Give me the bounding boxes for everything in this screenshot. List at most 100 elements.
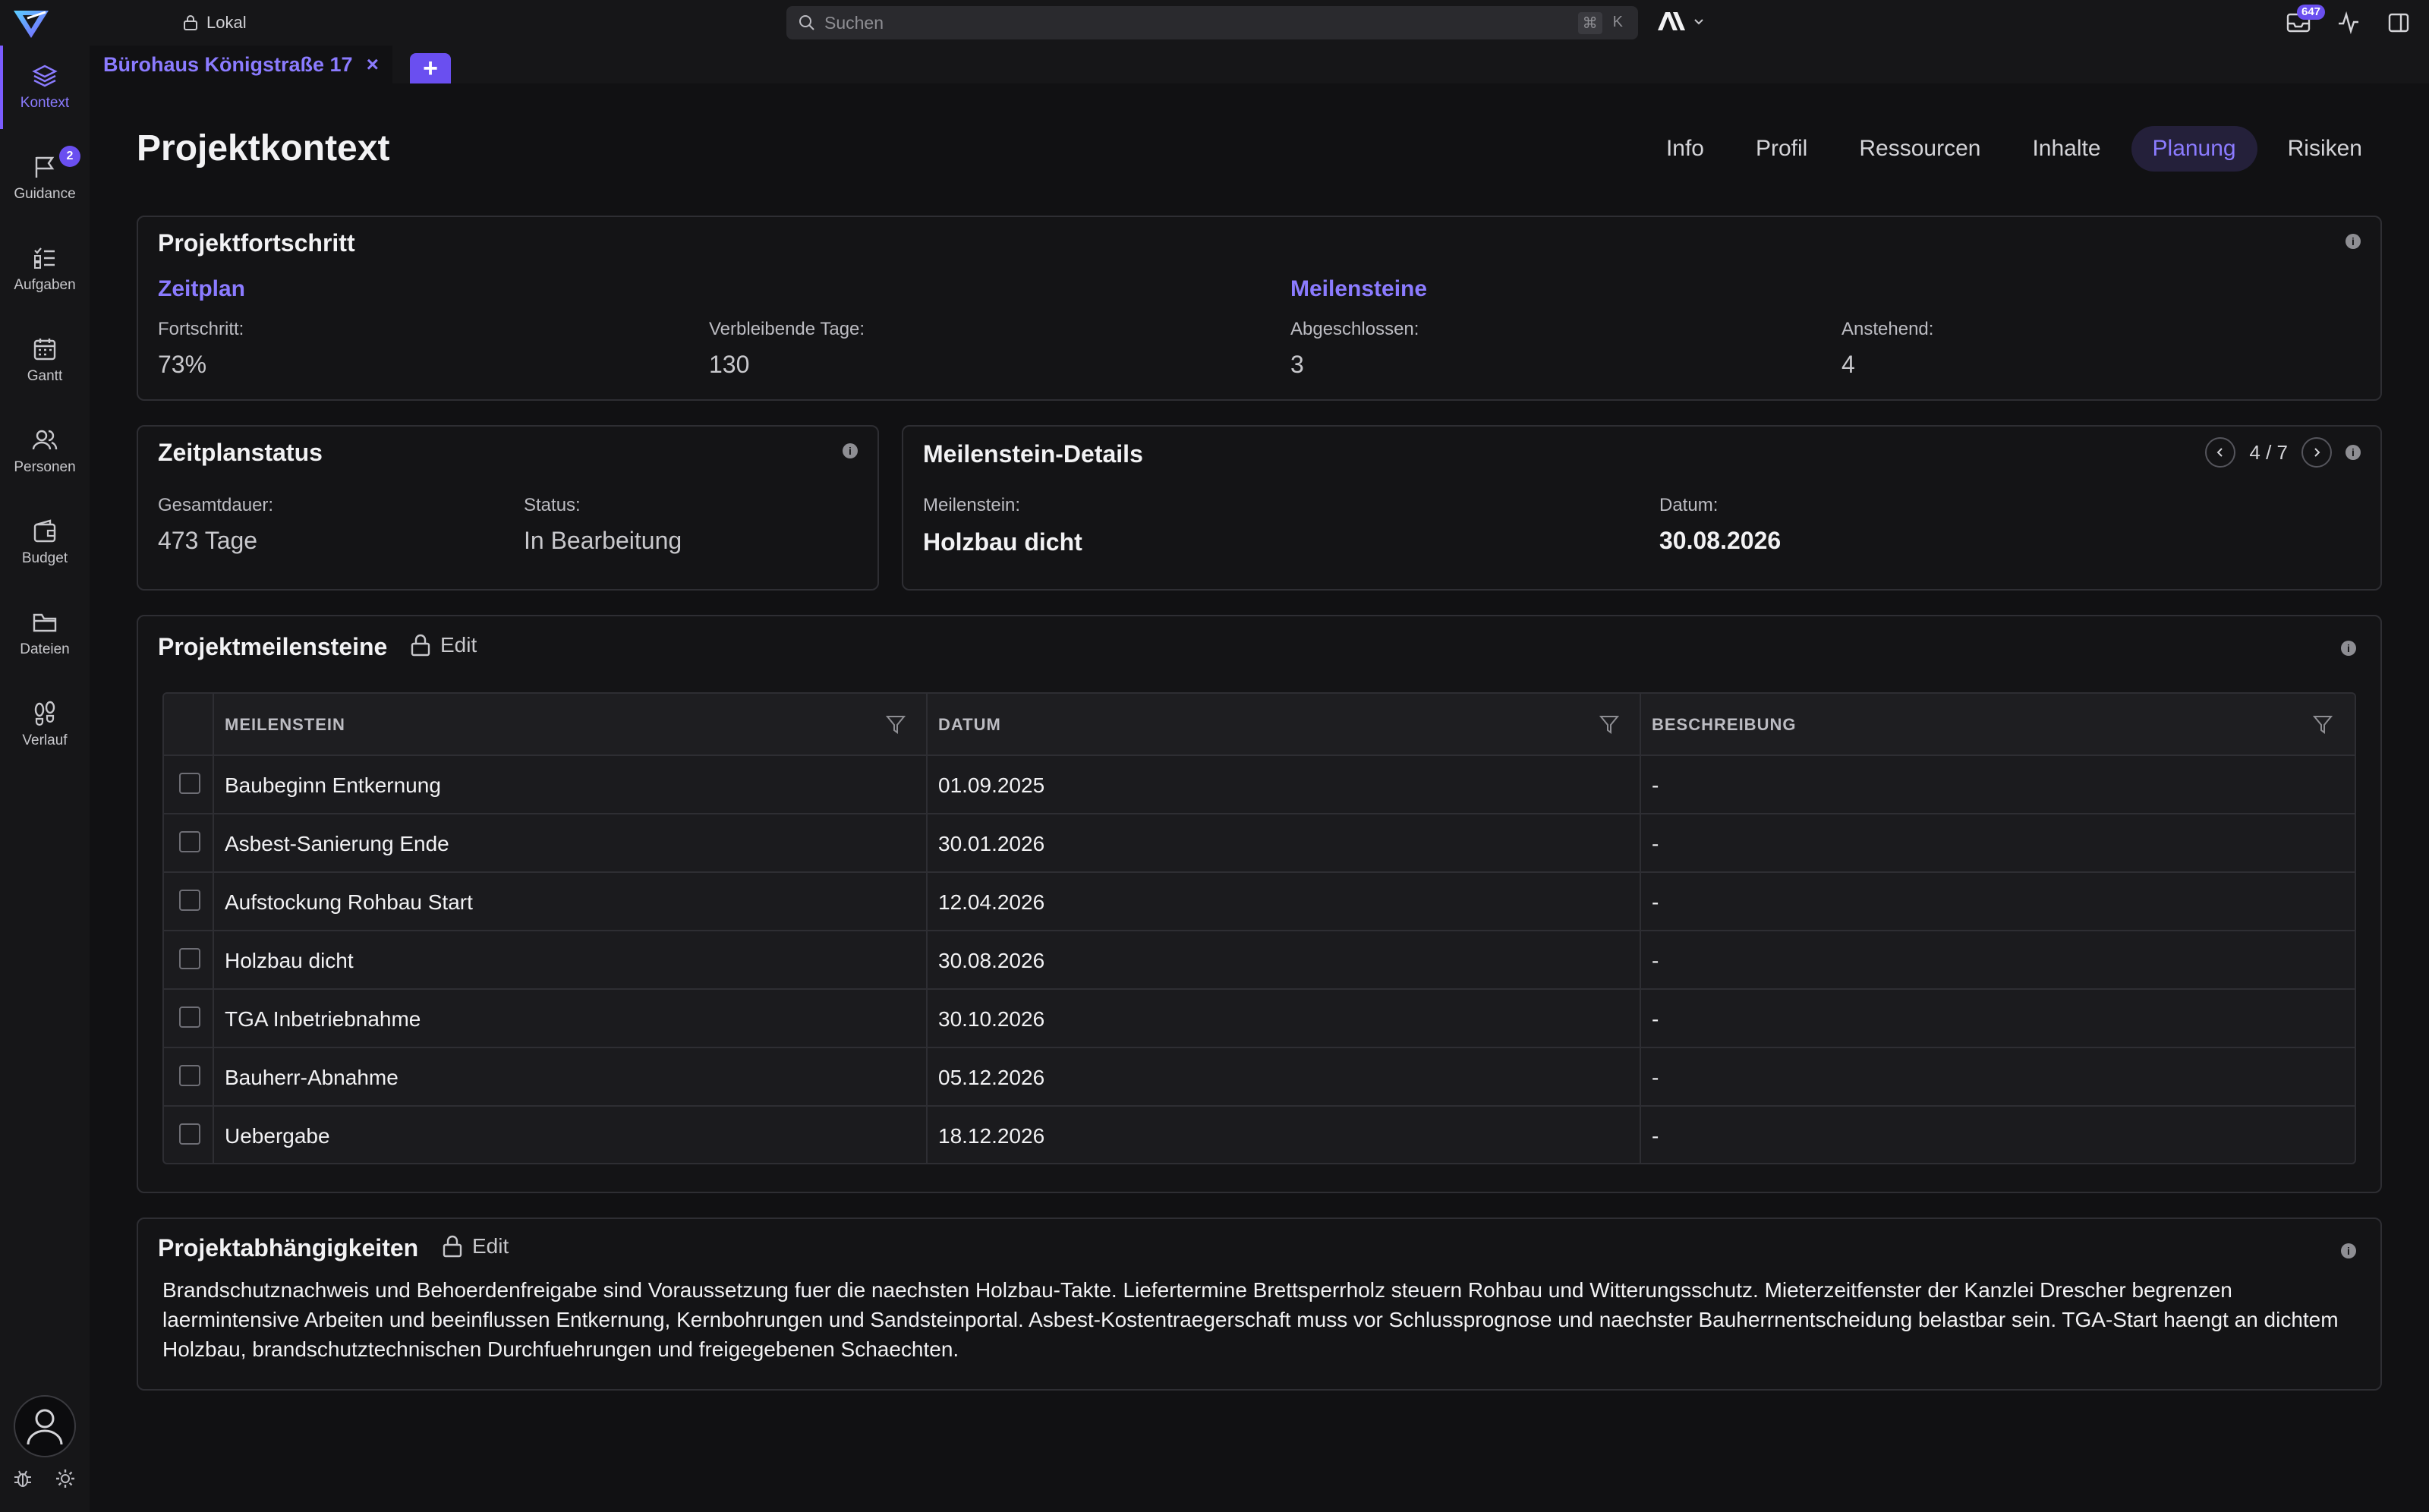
completed-value: 3: [1290, 351, 1304, 378]
ai-model-selector[interactable]: [1656, 11, 1705, 32]
edit-milestones-button[interactable]: Edit: [410, 633, 477, 657]
info-icon[interactable]: i: [843, 443, 858, 458]
completed-label: Abgeschlossen:: [1290, 319, 1419, 339]
table-row[interactable]: TGA Inbetriebnahme 30.10.2026 -: [164, 990, 2355, 1048]
tab-planung[interactable]: Planung: [2131, 126, 2257, 172]
row-checkbox[interactable]: [179, 1006, 200, 1028]
card-title: Projektmeilensteine: [158, 633, 388, 660]
table-row[interactable]: Baubeginn Entkernung 01.09.2025 -: [164, 756, 2355, 814]
search-icon: [799, 14, 815, 31]
edit-dependencies-button[interactable]: Edit: [442, 1234, 509, 1258]
card-title: Projektfortschritt: [158, 229, 355, 257]
sidebar-item-dateien[interactable]: Dateien: [0, 592, 90, 676]
sidebar-item-gantt[interactable]: Gantt: [0, 319, 90, 402]
row-checkbox[interactable]: [179, 1065, 200, 1086]
sidebar-item-verlauf[interactable]: Verlauf: [0, 683, 90, 767]
total-duration-label: Gesamtdauer:: [158, 495, 274, 515]
tab-project[interactable]: Bürohaus Königstraße 17 ×: [90, 46, 392, 83]
schedule-heading: Zeitplan: [158, 276, 246, 301]
search-shortcut: ⌘ K: [1577, 12, 1627, 34]
sidebar-item-budget[interactable]: Budget: [0, 501, 90, 584]
info-icon[interactable]: i: [2341, 641, 2356, 656]
footsteps-icon: [32, 701, 58, 726]
date-cell: 05.12.2026: [938, 1065, 1045, 1089]
top-bar: Lokal Suchen ⌘ K 647: [0, 0, 2429, 46]
bug-icon[interactable]: [12, 1468, 33, 1489]
pager-position: 4 / 7: [2249, 440, 2288, 464]
user-avatar[interactable]: [14, 1395, 76, 1457]
tab-risiken[interactable]: Risiken: [2267, 126, 2383, 172]
table-row[interactable]: Holzbau dicht 30.08.2026 -: [164, 931, 2355, 990]
filter-icon[interactable]: [2312, 713, 2333, 735]
description-cell: -: [1652, 890, 1659, 914]
filter-icon[interactable]: [885, 713, 906, 735]
filter-icon[interactable]: [1599, 713, 1620, 735]
row-checkbox[interactable]: [179, 1123, 200, 1145]
info-icon[interactable]: i: [2341, 1243, 2356, 1258]
description-cell: -: [1652, 1065, 1659, 1089]
search-input[interactable]: Suchen ⌘ K: [786, 6, 1638, 39]
progress-card: Projektfortschritt i Zeitplan Fortschrit…: [137, 216, 2382, 401]
column-header-description[interactable]: BESCHREIBUNG: [1652, 694, 1796, 756]
table-row[interactable]: Uebergabe 18.12.2026 -: [164, 1107, 2355, 1163]
milestone-cell: Holzbau dicht: [225, 948, 354, 972]
panel-toggle-button[interactable]: [2383, 8, 2414, 38]
workspace-label: Lokal: [206, 13, 247, 32]
chevron-right-icon: [2311, 446, 2323, 458]
previous-button[interactable]: [2205, 437, 2236, 468]
milestone-label: Meilenstein:: [923, 495, 1021, 515]
sidebar-item-label: Aufgaben: [14, 277, 76, 293]
description-cell: -: [1652, 948, 1659, 972]
info-icon[interactable]: i: [2346, 234, 2361, 249]
settings-gear-icon[interactable]: [55, 1468, 76, 1489]
column-header-date[interactable]: DATUM: [938, 694, 1001, 756]
card-title: Projektabhängigkeiten: [158, 1234, 419, 1262]
total-duration-value: 473 Tage: [158, 527, 258, 554]
column-header-milestone[interactable]: MEILENSTEIN: [225, 694, 345, 756]
app-logo-icon[interactable]: [12, 8, 50, 39]
date-cell: 30.08.2026: [938, 948, 1045, 972]
inbox-button[interactable]: 647: [2283, 5, 2326, 38]
table-row[interactable]: Asbest-Sanierung Ende 30.01.2026 -: [164, 814, 2355, 873]
tab-inhalte[interactable]: Inhalte: [2011, 126, 2122, 172]
row-checkbox[interactable]: [179, 773, 200, 794]
remaining-days-value: 130: [709, 351, 750, 378]
date-value: 30.08.2026: [1659, 527, 1782, 554]
sidebar-item-kontext[interactable]: Kontext: [0, 46, 90, 129]
next-button[interactable]: [2301, 437, 2332, 468]
sidebar-panel-icon: [2387, 11, 2410, 34]
folder-icon: [32, 610, 58, 635]
pending-label: Anstehend:: [1841, 319, 1934, 339]
description-cell: -: [1652, 1006, 1659, 1031]
sidebar-item-guidance[interactable]: Guidance 2: [0, 137, 90, 220]
milestone-cell: Baubeginn Entkernung: [225, 773, 441, 797]
sidebar-item-personen[interactable]: Personen: [0, 410, 90, 493]
milestone-cell: Aufstockung Rohbau Start: [225, 890, 473, 914]
flag-icon: [32, 154, 58, 180]
sidebar-item-label: Verlauf: [22, 732, 68, 748]
tab-close-button[interactable]: ×: [367, 52, 379, 77]
progress-label: Fortschritt:: [158, 319, 244, 339]
table-row[interactable]: Bauherr-Abnahme 05.12.2026 -: [164, 1048, 2355, 1107]
lock-icon: [182, 14, 199, 31]
info-icon[interactable]: i: [2346, 445, 2361, 460]
sidebar-item-label: Dateien: [20, 641, 70, 657]
milestones-table: MEILENSTEIN DATUM BESCHREIBUNG Baubeginn…: [162, 692, 2356, 1164]
tab-profil[interactable]: Profil: [1734, 126, 1829, 172]
checklist-icon: [32, 245, 58, 271]
row-checkbox[interactable]: [179, 831, 200, 852]
sidebar-item-label: Guidance: [14, 186, 76, 202]
activity-button[interactable]: [2333, 8, 2364, 38]
progress-value: 73%: [158, 351, 207, 378]
sidebar-item-aufgaben[interactable]: Aufgaben: [0, 228, 90, 311]
workspace-selector[interactable]: Lokal: [182, 12, 247, 33]
tab-info[interactable]: Info: [1645, 126, 1725, 172]
add-tab-button[interactable]: +: [410, 53, 451, 83]
section-nav: Info Profil Ressourcen Inhalte Planung R…: [1645, 126, 2383, 172]
tab-bar: Bürohaus Königstraße 17 × +: [90, 46, 2429, 83]
tab-ressourcen[interactable]: Ressourcen: [1838, 126, 2002, 172]
row-checkbox[interactable]: [179, 890, 200, 911]
table-row[interactable]: Aufstockung Rohbau Start 12.04.2026 -: [164, 873, 2355, 931]
row-checkbox[interactable]: [179, 948, 200, 969]
date-cell: 30.10.2026: [938, 1006, 1045, 1031]
